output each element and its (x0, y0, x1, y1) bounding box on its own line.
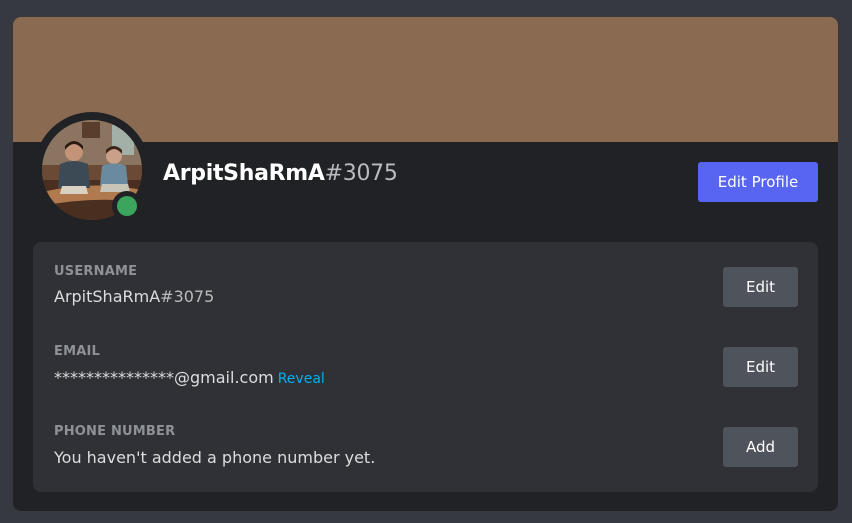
username-text: ArpitShaRmA (54, 287, 161, 306)
profile-username: ArpitShaRmA (163, 161, 325, 186)
edit-email-button[interactable]: Edit (723, 347, 798, 387)
profile-discriminator: #3075 (324, 161, 398, 186)
email-label: EMAIL (54, 344, 100, 359)
username-label: USERNAME (54, 264, 138, 279)
email-value: ***************@gmail.com Reveal (54, 368, 325, 387)
account-fields-panel: USERNAME ArpitShaRmA#3075 Edit EMAIL ***… (33, 242, 818, 492)
profile-display-name: ArpitShaRmA#3075 (163, 161, 398, 186)
user-profile-card: ArpitShaRmA#3075 Edit Profile USERNAME A… (13, 17, 838, 511)
phone-number-label: PHONE NUMBER (54, 424, 176, 439)
email-text: ***************@gmail.com (54, 368, 274, 387)
edit-profile-button[interactable]: Edit Profile (698, 162, 818, 202)
username-discriminator: #3075 (160, 287, 215, 306)
phone-number-value: You haven't added a phone number yet. (54, 448, 376, 467)
reveal-email-link[interactable]: Reveal (278, 371, 325, 387)
edit-username-button[interactable]: Edit (723, 267, 798, 307)
username-value: ArpitShaRmA#3075 (54, 287, 214, 306)
add-phone-button[interactable]: Add (723, 427, 798, 467)
online-status-icon (117, 196, 137, 216)
profile-banner (13, 17, 838, 142)
